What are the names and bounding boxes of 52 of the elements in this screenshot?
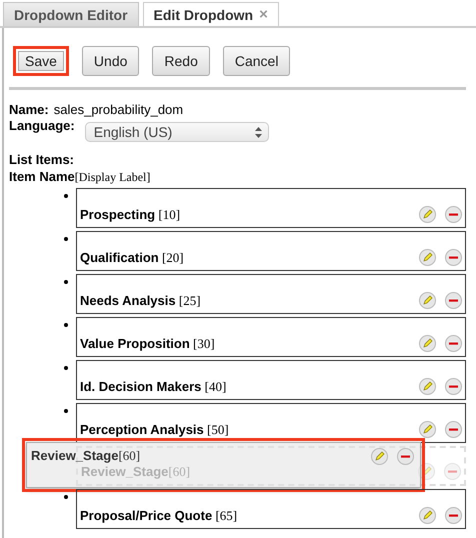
bullet-icon xyxy=(64,323,68,327)
list-header: Item Name[Display Label] xyxy=(9,169,152,185)
edit-icon[interactable] xyxy=(419,507,436,524)
bullet-icon xyxy=(64,280,68,284)
remove-icon[interactable] xyxy=(445,378,462,395)
bullet-icon xyxy=(64,495,68,499)
toolbar-button[interactable]: Save xyxy=(13,46,69,76)
edit-icon[interactable] xyxy=(419,292,436,309)
bullet-icon xyxy=(64,194,68,198)
list-item[interactable]: Proposal/Price Quote [65] xyxy=(76,489,466,529)
list-item[interactable]: Perception Analysis [50] xyxy=(76,403,466,443)
bullet-icon xyxy=(64,409,68,413)
name-label: Name: xyxy=(9,102,49,117)
list-item[interactable]: Needs Analysis [25] xyxy=(76,274,466,314)
name-value: sales_probability_dom xyxy=(54,102,184,117)
item-label: Id. Decision Makers [40] xyxy=(80,379,226,395)
list-item[interactable]: Prospecting [10] xyxy=(76,188,466,228)
remove-icon[interactable] xyxy=(445,206,462,223)
edit-icon[interactable] xyxy=(419,421,436,438)
language-select[interactable]: English (US) xyxy=(84,122,269,142)
edit-icon[interactable] xyxy=(419,335,436,352)
list-item[interactable]: Qualification [20] xyxy=(76,231,466,271)
list-items-label: List Items: xyxy=(9,152,76,167)
item-label: Review_Stage[60] xyxy=(31,448,140,464)
remove-icon[interactable] xyxy=(445,249,462,266)
edit-icon[interactable] xyxy=(419,249,436,266)
tab[interactable]: Dropdown Editor xyxy=(3,2,139,26)
toolbar-button[interactable]: Cancel xyxy=(222,46,290,76)
bullet-icon xyxy=(64,237,68,241)
toolbar-button[interactable]: Redo xyxy=(152,46,210,76)
item-label: Perception Analysis [50] xyxy=(80,422,229,438)
item-label: Value Proposition [30] xyxy=(80,336,215,352)
tab[interactable]: Edit Dropdown × xyxy=(142,2,279,26)
item-label: Proposal/Price Quote [65] xyxy=(80,508,238,524)
list-item[interactable]: Id. Decision Makers [40] xyxy=(76,360,466,400)
updown-arrow-icon xyxy=(254,126,262,138)
edit-icon[interactable] xyxy=(371,448,388,465)
remove-icon[interactable] xyxy=(445,292,462,309)
bullet-icon xyxy=(64,366,68,370)
item-label: Prospecting [10] xyxy=(80,207,180,223)
remove-icon[interactable] xyxy=(445,335,462,352)
list-item[interactable]: Value Proposition [30] xyxy=(76,317,466,357)
remove-icon[interactable] xyxy=(445,507,462,524)
remove-icon[interactable] xyxy=(445,421,462,438)
remove-icon[interactable] xyxy=(397,448,414,465)
language-label: Language: xyxy=(9,118,75,133)
item-label: Qualification [20] xyxy=(80,250,184,266)
toolbar-button[interactable]: Undo xyxy=(82,46,140,76)
edit-icon[interactable] xyxy=(419,206,436,223)
edit-icon[interactable] xyxy=(419,378,436,395)
item-label: Needs Analysis [25] xyxy=(80,293,201,309)
item-label: Review_Stage[60] xyxy=(80,464,190,480)
